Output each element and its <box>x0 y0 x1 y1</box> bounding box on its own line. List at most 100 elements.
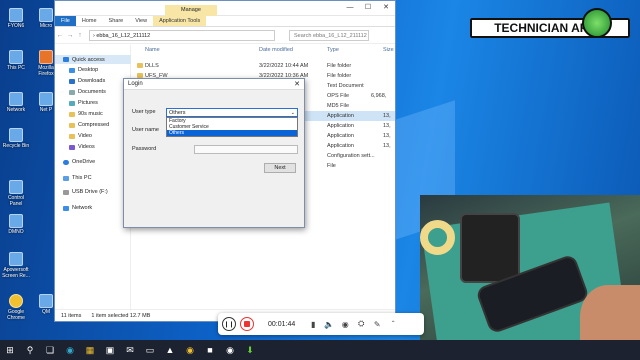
desktop-icon-label: Recycle Bin <box>2 143 30 149</box>
task-view-icon[interactable]: ❏ <box>42 342 58 358</box>
nav-compressed[interactable]: Compressed <box>69 122 109 128</box>
nav-downloads[interactable]: Downloads <box>69 78 105 84</box>
app-icon[interactable]: ◉ <box>222 342 238 358</box>
user-type-dropdown: Factory Customer Service Others <box>166 117 298 137</box>
store-icon[interactable]: ▣ <box>102 342 118 358</box>
file-icon <box>9 214 23 228</box>
desktop-icon-fyon6[interactable]: FYON6 <box>2 8 30 29</box>
nav-90s-music[interactable]: 90s music <box>69 111 103 117</box>
desktop-icon-thispc[interactable]: This PC <box>2 50 30 71</box>
column-date[interactable]: Date modified <box>259 47 293 53</box>
nav-pictures[interactable]: Pictures <box>69 100 98 106</box>
pause-button[interactable]: ❙❙ <box>222 317 236 331</box>
desktop-icon-chrome[interactable]: Google Chrome <box>2 294 30 321</box>
usb-drive-icon <box>63 189 69 195</box>
row-name: DLLS <box>145 63 159 69</box>
nav-label: Documents <box>78 89 106 95</box>
nav-videos[interactable]: Videos <box>69 144 95 150</box>
nav-desktop[interactable]: Desktop <box>69 67 98 73</box>
up-icon[interactable]: ↑ <box>75 32 85 39</box>
volume-icon[interactable]: 🔈 <box>323 320 335 329</box>
password-field[interactable] <box>194 145 298 154</box>
tab-application-tools[interactable]: Application Tools <box>153 16 207 26</box>
mail-icon[interactable]: ✉ <box>122 342 138 358</box>
row-type: File folder <box>327 73 352 79</box>
download-icon[interactable]: ⬇ <box>242 342 258 358</box>
app-icon <box>39 294 53 308</box>
minimize-icon[interactable]: — <box>341 3 359 13</box>
nav-onedrive[interactable]: OneDrive <box>63 159 95 165</box>
title-bar: Manage — ☐ ✕ <box>55 1 395 16</box>
column-name[interactable]: Name <box>145 47 160 53</box>
login-dialog: Login ✕ User type Others ⌄ Factory Custom… <box>123 78 305 228</box>
back-icon[interactable]: ← <box>55 32 65 39</box>
row-type: File folder <box>327 63 352 69</box>
nav-thispc[interactable]: This PC <box>63 175 92 181</box>
recording-timer: 00:01:44 <box>268 320 296 328</box>
taskbar: ⊞ ⚲ ❏ ◉ ▦ ▣ ✉ ▭ ▲ ◉ ■ ◉ ⬇ <box>0 340 640 360</box>
start-button[interactable]: ⊞ <box>2 342 18 358</box>
close-icon[interactable]: ✕ <box>377 3 395 13</box>
navigation-pane: Quick access Desktop Downloads Documents… <box>55 45 131 311</box>
forward-icon[interactable]: → <box>65 32 75 39</box>
nav-label: Pictures <box>78 100 98 106</box>
address-bar-row: ← → ↑ › ebba_16_L12_211112 Search ebba_1… <box>55 28 395 44</box>
screen-recorder-bar: ❙❙ 00:01:44 ▮ 🔈 ◉ ⛭ ✎ ˆ <box>218 313 424 335</box>
search-icon[interactable]: ⚲ <box>22 342 38 358</box>
nav-quick-access[interactable]: Quick access <box>55 55 131 64</box>
desktop-icon-control-panel[interactable]: Control Panel <box>2 180 30 207</box>
camera-icon[interactable]: ◉ <box>339 320 351 329</box>
row-type: MD5 File <box>327 103 350 109</box>
manage-tab[interactable]: Manage <box>165 5 217 16</box>
close-icon[interactable]: ✕ <box>294 79 300 90</box>
toolbox-icon[interactable]: ⛭ <box>355 319 367 329</box>
chrome-icon[interactable]: ◉ <box>182 342 198 358</box>
nav-network[interactable]: Network <box>63 205 92 211</box>
app-icon[interactable]: ▭ <box>142 342 158 358</box>
brand-logo <box>582 8 612 38</box>
windows-icon: ⊞ <box>6 344 14 355</box>
folder-icon <box>69 111 75 117</box>
nav-label: Downloads <box>78 78 106 84</box>
stop-button[interactable] <box>240 317 254 331</box>
desktop-icon-dmno[interactable]: DMNO <box>2 214 30 235</box>
row-size: 6,968, <box>371 93 387 99</box>
column-type[interactable]: Type <box>327 47 339 53</box>
nav-documents[interactable]: Documents <box>69 89 106 95</box>
document-icon <box>69 89 75 95</box>
video-icon <box>69 144 75 150</box>
tab-share[interactable]: Share <box>103 16 130 26</box>
edge-icon[interactable]: ◉ <box>62 342 78 358</box>
option-others[interactable]: Others <box>167 130 297 136</box>
desktop-icon-recyclebin[interactable]: Recycle Bin <box>2 128 30 149</box>
pen-icon[interactable]: ✎ <box>371 320 383 329</box>
row-size: 13, <box>383 123 391 129</box>
desktop-icon-apowersoft[interactable]: Apowersoft Screen Re... <box>2 252 30 279</box>
tab-file[interactable]: File <box>55 16 76 26</box>
maximize-icon[interactable]: ☐ <box>359 3 377 13</box>
webcam-photo <box>420 195 640 360</box>
tab-home[interactable]: Home <box>76 16 103 26</box>
mic-icon[interactable]: ▮ <box>307 320 319 329</box>
phone-back-image <box>460 213 520 283</box>
search-input[interactable]: Search ebba_16_L12_211112 <box>289 30 369 41</box>
chevron-up-icon[interactable]: ˆ <box>387 320 399 329</box>
desktop-icon-label: Apowersoft Screen Re... <box>2 267 30 279</box>
row-size: 13, <box>383 143 391 149</box>
app-icon[interactable]: ■ <box>202 342 218 358</box>
network-icon <box>63 205 69 211</box>
address-bar[interactable]: › ebba_16_L12_211112 <box>89 30 275 41</box>
column-size[interactable]: Size <box>383 47 394 53</box>
tab-view[interactable]: View <box>129 16 153 26</box>
nav-usb[interactable]: USB Drive (F:) <box>63 189 108 195</box>
explorer-icon[interactable]: ▦ <box>82 342 98 358</box>
desktop-icon-label: Network <box>6 107 26 113</box>
user-type-select[interactable]: Others ⌄ <box>166 108 298 117</box>
nav-video[interactable]: Video <box>69 133 92 139</box>
next-button[interactable]: Next <box>264 163 296 173</box>
table-row[interactable]: DLLS 3/22/2022 10:44 AM File folder <box>135 61 395 71</box>
firefox-icon <box>39 50 53 64</box>
row-type: Application <box>327 133 354 139</box>
desktop-icon-network[interactable]: Network <box>2 92 30 113</box>
app-icon[interactable]: ▲ <box>162 342 178 358</box>
